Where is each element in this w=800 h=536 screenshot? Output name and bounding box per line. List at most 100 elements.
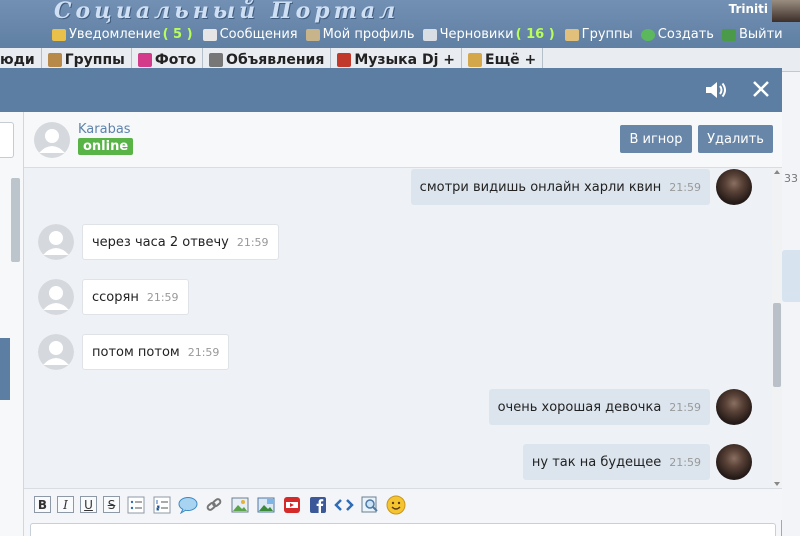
nav-groups[interactable]: Группы — [564, 27, 633, 42]
chat-modal: Karabas online В игнор Удалить смотри ви… — [0, 68, 782, 536]
magnifier-icon — [361, 496, 378, 512]
message-incoming: через часа 2 отвечу 21:59 — [38, 224, 279, 260]
nav2-people-label: юди — [0, 52, 35, 68]
message-time: 21:59 — [146, 290, 179, 304]
nav-messages-label: Сообщения — [219, 27, 298, 42]
numbered-list-button[interactable] — [152, 495, 172, 515]
top-navigation: Уведомление ( 5 ) Сообщения Мой профиль … — [52, 27, 791, 42]
speaker-icon — [706, 82, 726, 98]
exit-icon — [721, 28, 736, 41]
image-icon — [231, 497, 249, 512]
chain-link-icon — [206, 497, 222, 511]
underline-button[interactable]: U — [80, 496, 97, 513]
close-button[interactable] — [750, 78, 772, 100]
sound-toggle-button[interactable] — [704, 79, 728, 101]
bold-button[interactable]: B — [34, 496, 51, 513]
ignore-button[interactable]: В игнор — [620, 125, 692, 153]
editor-toolbar: B I U S — [24, 488, 782, 520]
contact-name[interactable]: Karabas — [78, 122, 131, 137]
image-button[interactable] — [230, 495, 250, 515]
message-text: через часа 2 отвечу — [92, 234, 229, 250]
contact-avatar[interactable] — [34, 122, 70, 158]
message-bubble: смотри видишь онлайн харли квин 21:59 — [410, 169, 710, 205]
newspaper-icon — [209, 53, 224, 67]
people-icon — [47, 53, 62, 67]
my-avatar[interactable] — [716, 444, 752, 480]
nav-messages[interactable]: Сообщения — [202, 27, 298, 42]
photo-button[interactable] — [256, 495, 276, 515]
more-icon — [468, 53, 483, 67]
photo-upload-icon — [257, 497, 275, 512]
nav-profile[interactable]: Мой профиль — [305, 27, 415, 42]
nav-drafts-label: Черновики — [439, 27, 514, 42]
message-scrollbar[interactable] — [772, 168, 782, 488]
message-text: ну так на будещее — [531, 454, 662, 470]
contact-avatar[interactable] — [38, 334, 74, 370]
message-incoming: ссорян 21:59 — [38, 279, 189, 315]
camera-icon — [137, 53, 152, 67]
dialog-list-scrollbar[interactable] — [11, 178, 20, 262]
contact-avatar[interactable] — [38, 279, 74, 315]
portal-logo[interactable]: Социальный Портал — [54, 0, 399, 24]
current-user-name[interactable]: Triniti — [729, 2, 768, 16]
strikethrough-button[interactable]: S — [103, 496, 120, 513]
nav-groups-label: Группы — [581, 27, 633, 42]
strikethrough-icon: S — [107, 497, 116, 512]
message-bubble: очень хорошая девочка 21:59 — [488, 389, 710, 425]
portal-header: Социальный Портал Triniti Уведомление ( … — [0, 0, 800, 48]
preview-button[interactable] — [360, 495, 380, 515]
message-bubble: через часа 2 отвечу 21:59 — [82, 224, 279, 260]
bell-icon — [52, 28, 66, 41]
contact-avatar[interactable] — [38, 224, 74, 260]
delete-button[interactable]: Удалить — [698, 125, 773, 153]
chat-header: Karabas online В игнор Удалить — [24, 112, 782, 168]
youtube-icon — [284, 496, 300, 513]
current-user-avatar[interactable] — [772, 0, 800, 22]
message-text: ссорян — [92, 289, 139, 305]
nav-notifications-label: Уведомление — [69, 27, 161, 42]
scroll-up-arrow-icon[interactable] — [774, 170, 780, 174]
italic-icon: I — [63, 497, 68, 512]
envelope-icon — [202, 28, 217, 41]
plus-circle-icon — [640, 28, 655, 41]
youtube-button[interactable] — [282, 495, 302, 515]
my-avatar[interactable] — [716, 389, 752, 425]
bold-icon: B — [37, 497, 48, 512]
bullet-list-button[interactable] — [126, 495, 146, 515]
facebook-icon — [310, 496, 326, 513]
message-list: смотри видишь онлайн харли квин 21:59 че… — [24, 168, 772, 488]
dialog-search-input[interactable] — [0, 122, 14, 158]
scrollbar-thumb[interactable] — [773, 303, 781, 387]
nav2-music-label: Музыка Dj + — [354, 52, 456, 68]
nav-drafts[interactable]: Черновики ( 16 ) — [422, 27, 557, 42]
notifications-count: ( 5 ) — [162, 27, 193, 42]
message-input[interactable] — [30, 523, 776, 536]
scroll-down-arrow-icon[interactable] — [774, 482, 780, 486]
smiley-button[interactable] — [386, 495, 406, 515]
nav2-ads-label: Объявления — [226, 52, 325, 68]
italic-button[interactable]: I — [57, 496, 74, 513]
message-outgoing: смотри видишь онлайн харли квин 21:59 — [410, 169, 752, 205]
underline-icon: U — [84, 497, 93, 512]
quote-button[interactable] — [178, 495, 198, 515]
background-page: 33 — [782, 72, 800, 536]
nav-logout[interactable]: Выйти — [721, 27, 783, 42]
message-text: очень хорошая девочка — [497, 399, 662, 415]
nav-create[interactable]: Создать — [640, 27, 714, 42]
code-button[interactable] — [334, 495, 354, 515]
link-button[interactable] — [204, 495, 224, 515]
message-time: 21:59 — [669, 455, 701, 469]
my-avatar[interactable] — [716, 169, 752, 205]
dialog-list-active-item[interactable] — [0, 338, 10, 400]
message-bubble: ссорян 21:59 — [82, 279, 189, 315]
message-bubble: потом потом 21:59 — [82, 334, 230, 370]
nav-notifications[interactable]: Уведомление ( 5 ) — [52, 27, 195, 42]
message-bubble: ну так на будещее 21:59 — [522, 444, 710, 480]
message-time: 21:59 — [236, 235, 269, 249]
contact-status-badge: online — [78, 138, 134, 155]
message-time: 21:59 — [669, 400, 701, 414]
message-text: смотри видишь онлайн харли квин — [419, 179, 662, 195]
facebook-button[interactable] — [308, 495, 328, 515]
message-outgoing: очень хорошая девочка 21:59 — [488, 389, 752, 425]
message-outgoing: ну так на будещее 21:59 — [522, 444, 752, 480]
